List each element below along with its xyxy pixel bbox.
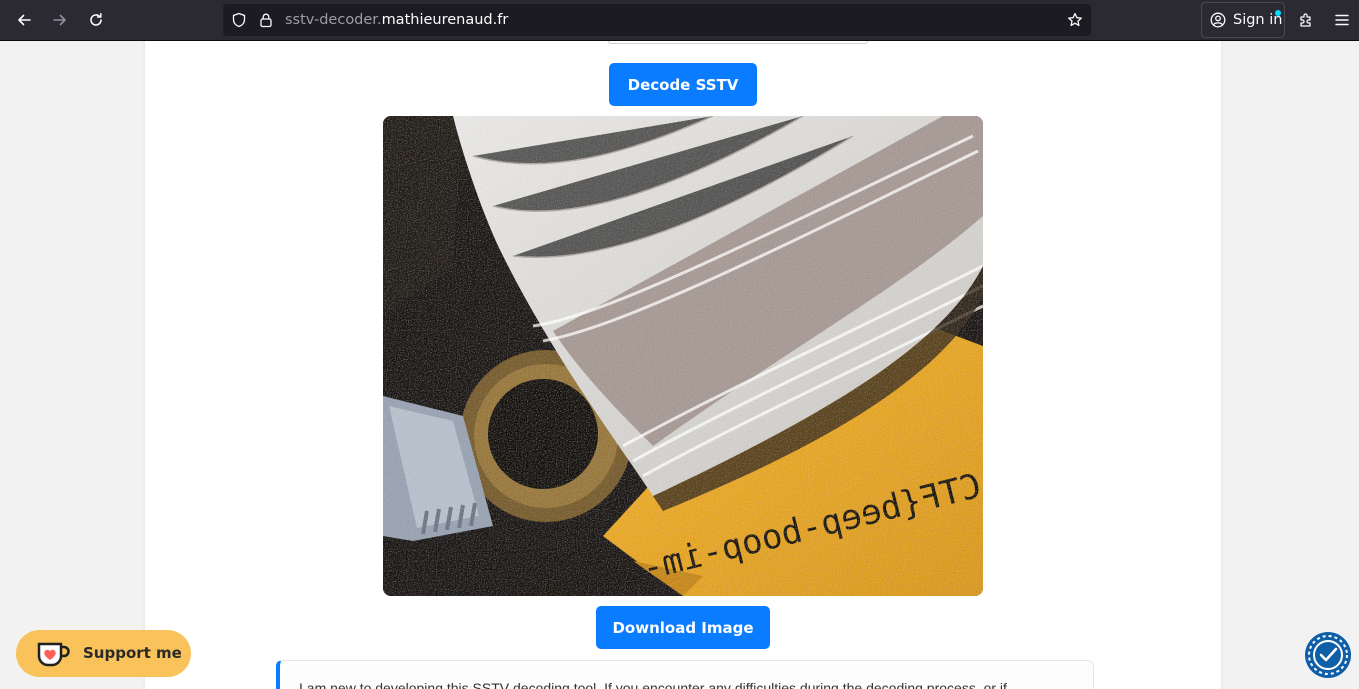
download-image-button[interactable]: Download Image	[596, 606, 770, 649]
decoded-sstv-image: CTF{beep-boop-im-in-space}	[383, 116, 983, 596]
app-menu-button[interactable]	[1330, 8, 1354, 32]
decoder-card: Decode SSTV CTF{beep-boop-im-in-space} D…	[145, 41, 1221, 689]
url-text[interactable]: sstv-decoder.mathieurenaud.fr	[285, 12, 508, 28]
file-input[interactable]	[608, 41, 868, 44]
accessibility-button[interactable]	[1305, 632, 1351, 678]
ko-fi-cup-icon	[37, 642, 70, 667]
support-me-label: Support me	[83, 644, 182, 662]
back-button[interactable]	[12, 8, 36, 32]
reload-button[interactable]	[84, 8, 108, 32]
url-domain: mathieurenaud.fr	[381, 12, 509, 28]
forward-arrow-icon	[53, 14, 66, 26]
forward-button[interactable]	[48, 8, 72, 32]
sign-in-button[interactable]: Sign in	[1201, 2, 1285, 38]
shield-icon[interactable]	[231, 12, 247, 28]
lock-icon[interactable]	[258, 12, 274, 28]
back-arrow-icon	[18, 14, 31, 26]
support-me-button[interactable]: Support me	[16, 630, 191, 677]
notification-dot	[1275, 10, 1281, 16]
browser-toolbar: sstv-decoder.mathieurenaud.fr Sign in	[0, 0, 1359, 41]
decode-sstv-button[interactable]: Decode SSTV	[609, 63, 757, 106]
url-subdomain: sstv-decoder.	[285, 12, 382, 28]
star-icon[interactable]	[1067, 12, 1083, 28]
decoded-image-graphic: CTF{beep-boop-im-in-space}	[383, 116, 983, 596]
extensions-button[interactable]	[1294, 8, 1318, 32]
reload-icon	[90, 13, 102, 26]
info-box: I am new to developing this SSTV decodin…	[276, 660, 1094, 689]
accessibility-icon	[1308, 635, 1348, 675]
page-viewport: Decode SSTV CTF{beep-boop-im-in-space} D…	[0, 41, 1359, 689]
address-bar[interactable]: sstv-decoder.mathieurenaud.fr	[223, 4, 1091, 36]
extensions-icon	[1300, 13, 1311, 27]
menu-icon	[1335, 14, 1349, 26]
account-icon	[1210, 12, 1226, 28]
info-text: I am new to developing this SSTV decodin…	[299, 680, 1007, 689]
